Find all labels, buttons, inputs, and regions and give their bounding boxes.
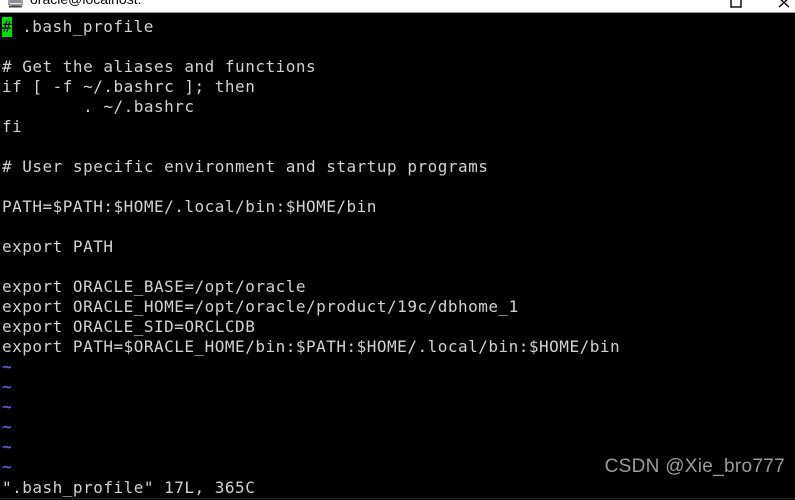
vim-empty-line-marker: ~ [2, 377, 795, 397]
watermark: CSDN @Xie_bro777 [604, 456, 785, 477]
window-title: oracle@localhost: [30, 0, 142, 7]
vim-line: if [ -f ~/.bashrc ]; then [2, 77, 256, 96]
vim-empty-line-marker: ~ [2, 437, 795, 457]
vim-line [2, 217, 795, 237]
vim-empty-line-marker: ~ [2, 357, 795, 377]
vim-buffer[interactable]: # .bash_profile # Get the aliases and fu… [0, 13, 795, 477]
vim-line: export PATH [2, 237, 114, 256]
window-titlebar[interactable]: oracle@localhost: [0, 0, 795, 13]
vim-line: # User specific environment and startup … [2, 157, 489, 176]
vim-line: fi [2, 117, 23, 136]
vim-statusline: ".bash_profile" 17L, 365C [2, 478, 256, 497]
vim-empty-line-marker: ~ [2, 397, 795, 417]
vim-line: # Get the aliases and functions [2, 57, 317, 76]
tilde-glyph: ~ [2, 457, 13, 476]
vim-cursor: # [2, 17, 13, 37]
vim-empty-line-marker: ~ [2, 417, 795, 437]
vim-line: export ORACLE_BASE=/opt/oracle [2, 277, 306, 296]
vim-line: export ORACLE_HOME=/opt/oracle/product/1… [2, 297, 519, 316]
vim-line: PATH=$PATH:$HOME/.local/bin:$HOME/bin [2, 197, 377, 216]
vim-line: export ORACLE_SID=ORCLCDB [2, 317, 256, 336]
vim-line-text: .bash_profile [12, 17, 154, 36]
terminal-screen[interactable]: # .bash_profile # Get the aliases and fu… [0, 13, 795, 500]
maximize-button[interactable] [722, 0, 750, 10]
close-button[interactable] [770, 0, 795, 10]
tilde-glyph: ~ [2, 397, 13, 416]
vim-line [2, 37, 795, 57]
vim-line [2, 257, 795, 277]
terminal-icon [8, 0, 24, 9]
tilde-glyph: ~ [2, 437, 13, 456]
terminal-window: oracle@localhost: # .bash_profile # Get … [0, 0, 795, 500]
vim-line: # .bash_profile [2, 17, 795, 37]
tilde-glyph: ~ [2, 417, 13, 436]
vim-line: export PATH=$ORACLE_HOME/bin:$PATH:$HOME… [2, 337, 621, 356]
vim-line [2, 177, 795, 197]
vim-line [2, 137, 795, 157]
tilde-glyph: ~ [2, 357, 13, 376]
vim-line: . ~/.bashrc [2, 97, 195, 116]
tilde-glyph: ~ [2, 377, 13, 396]
